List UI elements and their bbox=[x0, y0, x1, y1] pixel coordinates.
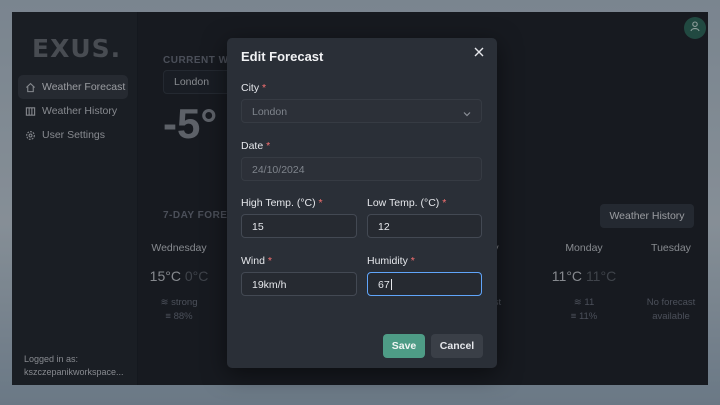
high-temp-label-text: High Temp. (°C) bbox=[241, 197, 316, 209]
low-temp-field[interactable]: 12 bbox=[367, 214, 482, 238]
required-mark: * bbox=[318, 197, 323, 209]
edit-forecast-dialog: Edit Forecast City * London Date * 24/10… bbox=[227, 38, 497, 368]
humidity-label: Humidity * bbox=[367, 255, 415, 267]
close-icon bbox=[474, 44, 484, 62]
required-mark: * bbox=[266, 140, 271, 152]
wind-label: Wind * bbox=[241, 255, 272, 267]
date-field[interactable]: 24/10/2024 bbox=[241, 157, 482, 181]
required-mark: * bbox=[410, 255, 415, 267]
save-button[interactable]: Save bbox=[383, 334, 425, 358]
text-caret bbox=[390, 279, 392, 290]
wind-label-text: Wind bbox=[241, 255, 265, 267]
wind-field[interactable]: 19km/h bbox=[241, 272, 357, 296]
date-label-text: Date bbox=[241, 140, 264, 152]
high-temp-label: High Temp. (°C) * bbox=[241, 197, 323, 209]
high-temp-field[interactable]: 15 bbox=[241, 214, 357, 238]
required-mark: * bbox=[267, 255, 272, 267]
humidity-field-value: 67 bbox=[378, 279, 390, 291]
low-temp-label: Low Temp. (°C) * bbox=[367, 197, 446, 209]
humidity-label-text: Humidity bbox=[367, 255, 408, 267]
chevron-down-icon bbox=[463, 108, 471, 120]
close-button[interactable] bbox=[471, 45, 487, 61]
low-temp-label-text: Low Temp. (°C) bbox=[367, 197, 440, 209]
date-label: Date * bbox=[241, 140, 270, 152]
required-mark: * bbox=[442, 197, 447, 209]
humidity-field[interactable]: 67 bbox=[367, 272, 482, 296]
dialog-title: Edit Forecast bbox=[241, 49, 324, 64]
city-label-text: City bbox=[241, 82, 260, 94]
city-label: City * bbox=[241, 82, 266, 94]
city-select-field[interactable]: London bbox=[241, 99, 482, 123]
city-field-value: London bbox=[252, 106, 288, 118]
cancel-button[interactable]: Cancel bbox=[431, 334, 483, 358]
required-mark: * bbox=[262, 82, 267, 94]
